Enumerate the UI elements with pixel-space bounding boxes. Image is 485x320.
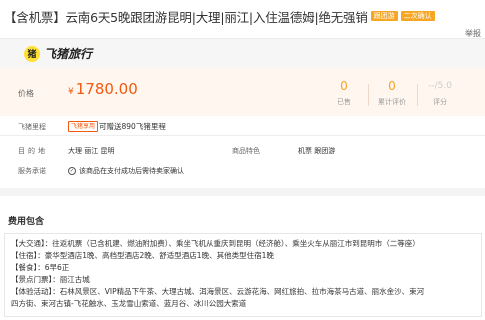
mileage-row: 飞猪里程 飞猪享用 可赠送890飞猪里程 — [0, 116, 485, 136]
logo-text: 飞猪旅行 — [44, 47, 93, 61]
currency-symbol: ¥ — [68, 87, 74, 97]
service-label: 服务承诺 — [18, 167, 46, 175]
price-amount: 1780.00 — [75, 80, 138, 98]
review-count-value: 0 — [388, 79, 396, 93]
fee-included-title: 费用包含 — [8, 217, 45, 227]
tour-type-badge: 跟团游 — [370, 11, 398, 21]
confirm-badge: 二次确认 — [400, 11, 435, 21]
destination-value: 大理 丽江 昆明 — [68, 147, 115, 155]
service-value-wrap: ✓ 该商品在支付成功后需待卖家确认 — [68, 166, 184, 176]
check-icon: ✓ — [68, 167, 76, 175]
rating-label: 评分 — [433, 98, 447, 106]
fee-details: 【大交通】：往返机票（已含机建、燃油附加费）、乘坐飞机从重庆到昆明（经济舱）、乘… — [4, 233, 482, 317]
sold-count-value: 0 — [340, 79, 348, 93]
pig-logo-icon: 猪 — [24, 45, 40, 62]
brand-header: 猪 飞猪旅行 — [0, 38, 485, 68]
product-title: 【含机票】云南6天5晚跟团游昆明|大理|丽江|入住温德姆|绝无强销 — [4, 9, 368, 25]
section-divider — [0, 188, 485, 196]
mileage-label: 飞猪里程 — [18, 123, 46, 131]
review-count[interactable]: 0 累计评价 — [367, 78, 417, 107]
detail-activities: 【体验活动】：石林风景区、VIP精品下午茶、大理古城、洱海景区、云游花海、网红旅… — [11, 287, 425, 296]
service-value: 该商品在支付成功后需待卖家确认 — [79, 167, 184, 175]
info-row-service: 服务承诺 ✓ 该商品在支付成功后需待卖家确认 — [0, 166, 485, 184]
sold-count: 0 已售 — [319, 78, 369, 107]
mileage-tag: 飞猪享用 — [68, 121, 99, 132]
detail-lodging: 【住宿】：豪华型酒店1晚、高档型酒店2晚、舒适型酒店1晚、其他类型住宿1晚 — [11, 251, 274, 260]
features-label: 商品特色 — [232, 147, 260, 155]
detail-activities-cont: 四方街、束河古镇-飞花触水、玉龙雪山索道、蓝月谷、冰川公园大索道 — [11, 299, 247, 308]
rating-value: --/5.0 — [428, 81, 452, 91]
fliggy-logo[interactable]: 猪 飞猪旅行 — [24, 45, 92, 62]
rating: --/5.0 评分 — [415, 78, 465, 107]
detail-transport: 【大交通】：往返机票（已含机建、燃油附加费）、乘坐飞机从重庆到昆明（经济舱）、乘… — [11, 239, 420, 248]
price-label: 价格 — [18, 89, 34, 98]
info-row-destination: 目的地 大理 丽江 昆明 商品特色 机票 跟团游 — [0, 146, 485, 164]
destination-label: 目的地 — [18, 147, 48, 155]
review-count-label: 累计评价 — [378, 98, 406, 106]
mileage-text: 可赠送890飞猪里程 — [99, 122, 166, 131]
page-title: 【含机票】云南6天5晚跟团游昆明|大理|丽江|入住温德姆|绝无强销 跟团游 二次… — [4, 6, 484, 26]
detail-meals: 【餐食】：6早6正 — [11, 263, 70, 272]
price-value: ¥1780.00 — [68, 80, 138, 98]
detail-tickets: 【景点门票】：丽江古城 — [11, 275, 90, 284]
sold-count-label: 已售 — [337, 98, 351, 106]
features-value: 机票 跟团游 — [298, 147, 336, 155]
price-panel: 价格 ¥1780.00 0 已售 0 累计评价 --/5.0 评分 — [0, 68, 485, 116]
